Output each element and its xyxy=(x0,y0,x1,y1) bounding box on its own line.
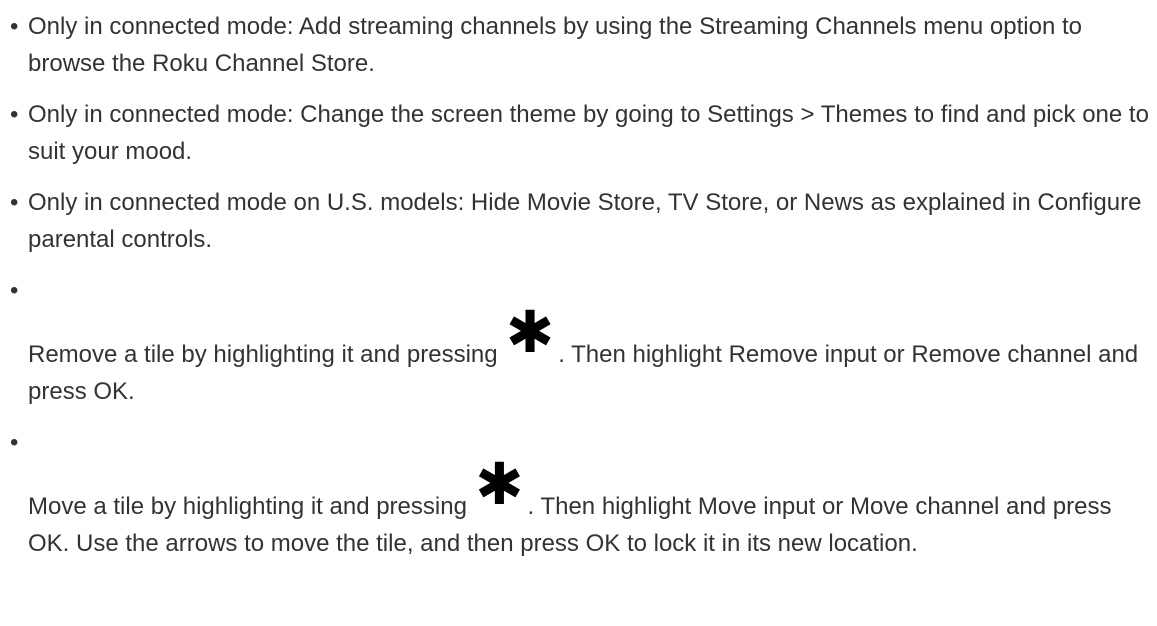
bullet-dot: • xyxy=(10,101,19,128)
remove-tile-text-start: Remove a tile by highlighting it and pre… xyxy=(28,341,498,368)
list-item: • Only in connected mode on U.S. models:… xyxy=(10,184,1150,258)
asterisk-icon: ✱ xyxy=(505,298,555,366)
list-item-text: Only in connected mode on U.S. models: H… xyxy=(28,189,1142,253)
list-item-text: Only in connected mode: Add streaming ch… xyxy=(28,13,1082,77)
asterisk-icon: ✱ xyxy=(474,450,524,518)
bullet-list: • Only in connected mode: Add streaming … xyxy=(10,8,1150,576)
list-item-body: Remove a tile by highlighting it and pre… xyxy=(28,272,1150,410)
list-item-body: Move a tile by highlighting it and press… xyxy=(28,424,1150,562)
bullet-dot: • xyxy=(10,189,19,216)
bullet-dot: • xyxy=(10,13,19,40)
list-item-text: Only in connected mode: Change the scree… xyxy=(28,101,1149,165)
bullet-dot: • xyxy=(10,429,19,456)
list-item: • Only in connected mode: Add streaming … xyxy=(10,8,1150,82)
move-tile-text-start: Move a tile by highlighting it and press… xyxy=(28,493,467,520)
list-item: • Only in connected mode: Change the scr… xyxy=(10,96,1150,170)
bullet-dot: • xyxy=(10,277,19,304)
list-item-move-tile: • Move a tile by highlighting it and pre… xyxy=(10,424,1150,562)
list-item-remove-tile: • Remove a tile by highlighting it and p… xyxy=(10,272,1150,410)
